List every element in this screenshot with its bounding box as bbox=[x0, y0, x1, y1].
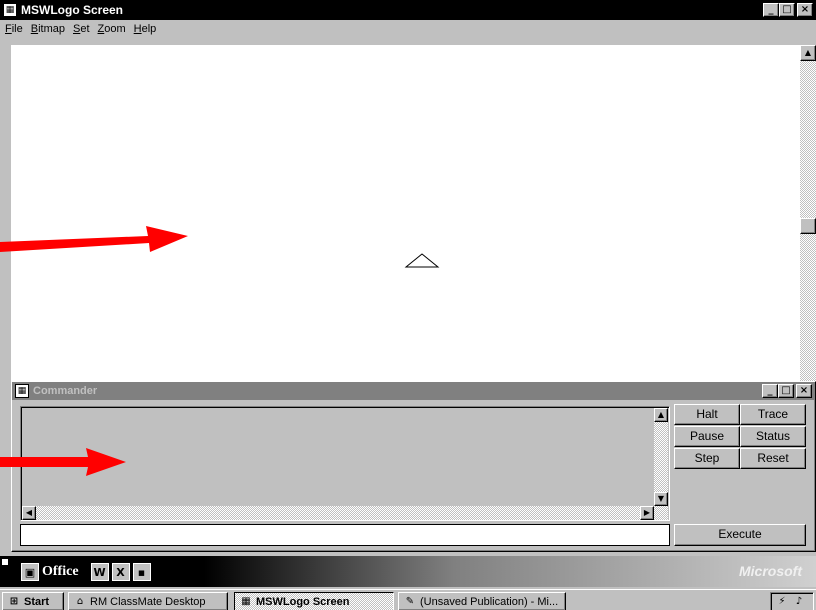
red-arrow-commander bbox=[0, 448, 126, 476]
red-arrow-canvas bbox=[0, 226, 188, 252]
annotation-arrows bbox=[0, 226, 188, 476]
